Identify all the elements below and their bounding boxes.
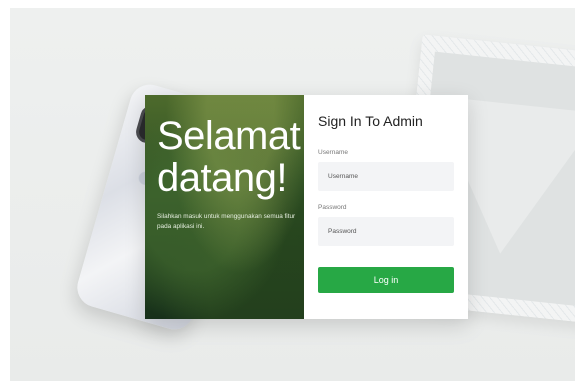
login-button[interactable]: Log in <box>318 267 454 293</box>
welcome-title-line2: datang! <box>157 156 287 200</box>
welcome-title: Selamat datang! <box>157 114 301 200</box>
welcome-panel: Selamat datang! Silahkan masuk untuk men… <box>145 95 304 319</box>
form-title: Sign In To Admin <box>318 113 423 129</box>
password-label: Password <box>318 204 347 211</box>
username-input[interactable] <box>318 162 454 191</box>
welcome-subtitle: Silahkan masuk untuk menggunakan semua f… <box>157 213 296 230</box>
password-input[interactable] <box>318 217 454 246</box>
username-label: Username <box>318 149 348 156</box>
login-form: Sign In To Admin Username Password Log i… <box>304 95 468 319</box>
login-card: Selamat datang! Silahkan masuk untuk men… <box>145 95 468 319</box>
welcome-title-line1: Selamat <box>157 114 301 158</box>
